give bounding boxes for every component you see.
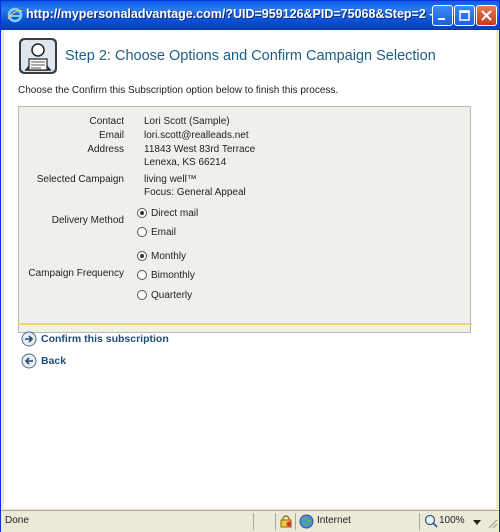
chevron-down-icon[interactable] [473, 520, 481, 526]
address-label: Address [87, 144, 124, 155]
status-separator [295, 513, 296, 530]
email-value: lori.scott@realleads.net [144, 130, 249, 141]
page-content: Step 2: Choose Options and Confirm Campa… [4, 30, 496, 509]
campaign-line2: Focus: General Appeal [144, 187, 246, 198]
status-bar: Done Internet 100% [1, 510, 499, 532]
campaign-line1: living well™ [144, 174, 197, 185]
intro-text: Choose the Confirm this Subscription opt… [18, 85, 339, 96]
back-link[interactable]: Back [21, 353, 66, 369]
divider [18, 323, 472, 325]
frequency-option-quarterly[interactable]: Quarterly [137, 288, 192, 302]
maximize-button[interactable] [454, 5, 475, 26]
contact-label: Contact [89, 116, 124, 127]
delivery-option-direct-mail[interactable]: Direct mail [137, 206, 198, 220]
resize-grip-icon[interactable] [486, 517, 498, 530]
delivery-option-email[interactable]: Email [137, 225, 176, 239]
user-document-icon [19, 38, 57, 74]
zone-text: Internet [317, 515, 351, 526]
delivery-method-label: Delivery Method [51, 215, 124, 226]
radio-button[interactable] [137, 270, 147, 280]
security-lock-icon [280, 515, 292, 528]
radio-button-checked[interactable] [137, 208, 147, 218]
email-label: Email [98, 130, 124, 141]
maximize-icon [459, 10, 470, 21]
frequency-option-monthly[interactable]: Monthly [137, 249, 186, 263]
confirm-subscription-link[interactable]: Confirm this subscription [21, 331, 169, 347]
close-icon [481, 10, 492, 21]
contact-value: Lori Scott (Sample) [144, 116, 230, 127]
arrow-left-circle-icon [21, 353, 37, 369]
minimize-button[interactable] [432, 5, 453, 26]
radio-button[interactable] [137, 290, 147, 300]
arrow-right-circle-icon [21, 331, 37, 347]
radio-button[interactable] [137, 227, 147, 237]
title-bar[interactable]: http://mypersonaladvantage.com/?UID=9591… [1, 1, 499, 30]
status-separator [419, 513, 420, 530]
zoom-level[interactable]: 100% [439, 515, 465, 526]
radio-button-checked[interactable] [137, 251, 147, 261]
ie-icon [7, 7, 23, 23]
frequency-option-bimonthly[interactable]: Bimonthly [137, 268, 195, 282]
status-separator [275, 513, 276, 530]
minimize-icon [438, 18, 445, 20]
address-line2: Lenexa, KS 66214 [144, 157, 227, 168]
address-line1: 11843 West 83rd Terrace [144, 144, 256, 155]
campaign-frequency-label: Campaign Frequency [28, 268, 124, 279]
globe-icon [299, 514, 314, 529]
campaign-label: Selected Campaign [36, 174, 124, 185]
page-title: Step 2: Choose Options and Confirm Campa… [65, 48, 436, 64]
status-separator [253, 513, 254, 530]
browser-window: http://mypersonaladvantage.com/?UID=9591… [0, 0, 500, 532]
window-title: http://mypersonaladvantage.com/?UID=9591… [26, 7, 436, 21]
close-button[interactable] [476, 5, 497, 26]
status-text: Done [5, 515, 29, 526]
zoom-icon[interactable] [424, 514, 438, 528]
subscription-details-panel: Contact Lori Scott (Sample) Email lori.s… [18, 106, 471, 333]
